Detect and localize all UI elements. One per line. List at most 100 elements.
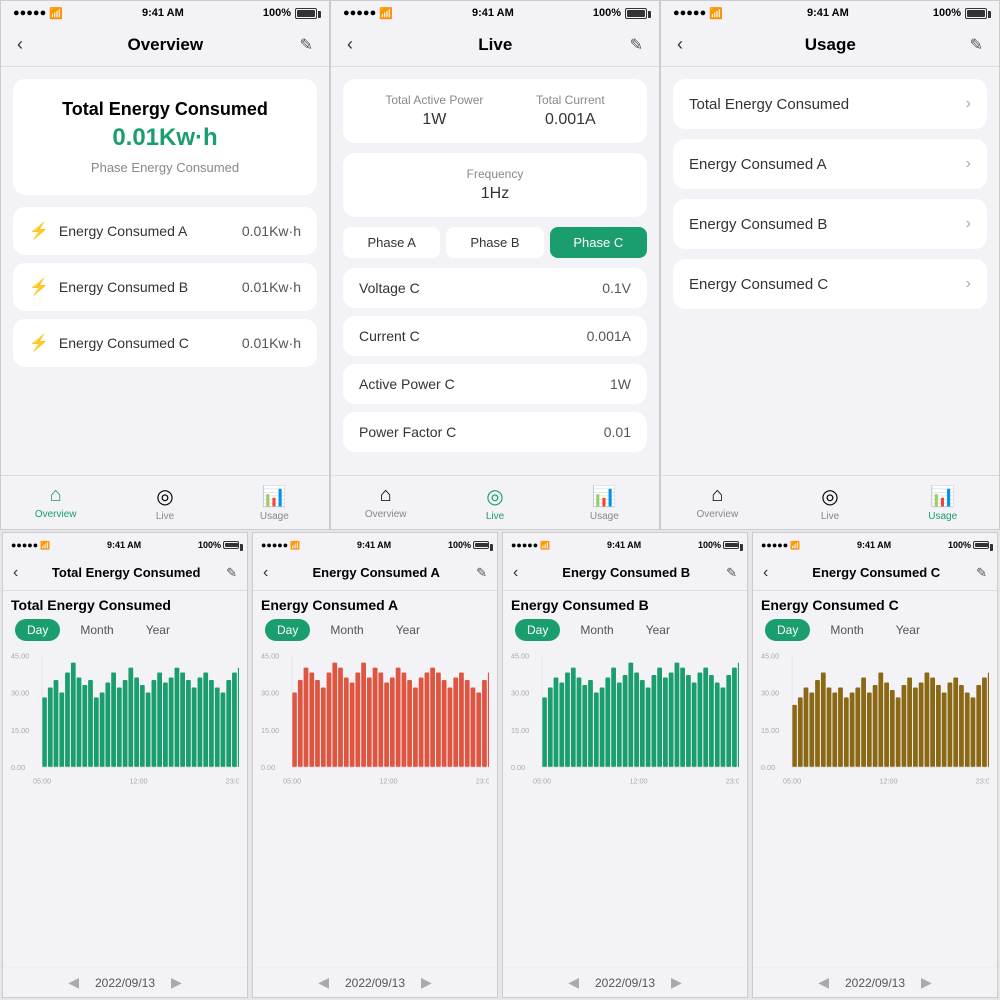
usage-edit-button[interactable]: ✎ [970, 35, 983, 55]
tab-usage[interactable]: 📊 Usage [220, 484, 329, 525]
filter-day-1[interactable]: Day [265, 619, 310, 641]
usage-tab-live-label: Live [821, 511, 839, 522]
filter-year-1[interactable]: Year [384, 619, 432, 641]
filter-year-0[interactable]: Year [134, 619, 182, 641]
live-edit-button[interactable]: ✎ [630, 35, 643, 55]
usage-tab-live[interactable]: ◎ Live [774, 484, 887, 525]
total-card-value: 0.01Kw·h [33, 124, 297, 152]
active-power-c-value: 1W [610, 376, 631, 392]
chart-area-0: 45.0030.0015.000.00 05:0012:0023:00 [3, 647, 247, 967]
chart-back-1[interactable]: ‹ [263, 564, 268, 582]
chart-battery-pct-3: 100% [948, 540, 971, 550]
live-tab-live[interactable]: ◎ Live [440, 484, 549, 525]
usage-total-item[interactable]: Total Energy Consumed › [673, 79, 987, 129]
usage-c-item[interactable]: Energy Consumed C › [673, 259, 987, 309]
chart-signal-0: ●●●●● [11, 540, 38, 550]
svg-text:45.00: 45.00 [261, 651, 279, 660]
filter-year-2[interactable]: Year [634, 619, 682, 641]
chart-date-2: 2022/09/13 [595, 976, 655, 990]
chart-prev-1[interactable]: ◀ [318, 974, 329, 991]
chart-next-2[interactable]: ▶ [671, 974, 682, 991]
chart-nav-title-2: Energy Consumed B [526, 565, 726, 580]
frequency-card: Frequency 1Hz [343, 153, 647, 217]
phase-b-tab[interactable]: Phase B [446, 227, 543, 258]
edit-button[interactable]: ✎ [300, 35, 313, 55]
phase-a-tab[interactable]: Phase A [343, 227, 440, 258]
tab-usage-label: Usage [260, 511, 289, 522]
chart-back-0[interactable]: ‹ [13, 564, 18, 582]
chart-nav-1: ‹ Energy Consumed A ✎ [253, 555, 497, 591]
phase-c-tab[interactable]: Phase C [550, 227, 647, 258]
chart-edit-3[interactable]: ✎ [976, 565, 987, 581]
filter-day-0[interactable]: Day [15, 619, 60, 641]
live-tab-usage[interactable]: 📊 Usage [550, 484, 659, 525]
live-home-icon: ⌂ [380, 484, 392, 507]
usage-time: 9:41 AM [807, 7, 849, 19]
chart-battery-2 [723, 541, 739, 549]
home-icon: ⌂ [50, 484, 62, 507]
filter-day-2[interactable]: Day [515, 619, 560, 641]
svg-text:23:00: 23:00 [976, 777, 989, 786]
status-bar: ●●●●● 📶 9:41 AM 100% [1, 1, 329, 23]
filter-day-3[interactable]: Day [765, 619, 810, 641]
svg-text:45.00: 45.00 [511, 651, 529, 660]
tab-live[interactable]: ◎ Live [110, 484, 219, 525]
chart-area-2: 45.0030.0015.000.00 05:0012:0023:00 [503, 647, 747, 967]
chart-title-3: Energy Consumed C [753, 591, 997, 615]
chart-nav-title-0: Total Energy Consumed [26, 565, 226, 580]
usage-tab-overview[interactable]: ⌂ Overview [661, 484, 774, 525]
tab-bar: ⌂ Overview ◎ Live 📊 Usage [1, 475, 329, 529]
live-top-row: Total Active Power 1W Total Current 0.00… [359, 93, 631, 129]
back-button[interactable]: ‹ [17, 34, 23, 55]
usage-a-item[interactable]: Energy Consumed A › [673, 139, 987, 189]
chart-prev-2[interactable]: ◀ [568, 974, 579, 991]
chevron-c: › [966, 275, 971, 293]
chart-wifi-2: 📶 [540, 541, 550, 550]
filter-month-3[interactable]: Month [818, 619, 875, 641]
chart-battery-pct-0: 100% [198, 540, 221, 550]
chart-next-1[interactable]: ▶ [421, 974, 432, 991]
chart-status-1: ●●●●● 📶 9:41 AM 100% [253, 533, 497, 555]
filter-month-0[interactable]: Month [68, 619, 125, 641]
filter-month-2[interactable]: Month [568, 619, 625, 641]
chart-svg-2: 45.0030.0015.000.00 05:0012:0023:00 [511, 651, 739, 786]
chart-edit-2[interactable]: ✎ [726, 565, 737, 581]
chart-prev-0[interactable]: ◀ [68, 974, 79, 991]
svg-text:0.00: 0.00 [11, 763, 25, 772]
svg-text:30.00: 30.00 [761, 689, 779, 698]
energy-row-a[interactable]: ⚡ Energy Consumed A 0.01Kw·h [13, 207, 317, 255]
filter-year-3[interactable]: Year [884, 619, 932, 641]
chart-edit-1[interactable]: ✎ [476, 565, 487, 581]
chart-back-2[interactable]: ‹ [513, 564, 518, 582]
energy-row-c[interactable]: ⚡ Energy Consumed C 0.01Kw·h [13, 319, 317, 367]
energy-row-b[interactable]: ⚡ Energy Consumed B 0.01Kw·h [13, 263, 317, 311]
voltage-label: Voltage C [359, 280, 420, 296]
usage-b-item[interactable]: Energy Consumed B › [673, 199, 987, 249]
chart-next-0[interactable]: ▶ [171, 974, 182, 991]
chart-phone-2: ●●●●● 📶 9:41 AM 100% ‹ Energy Consumed B… [502, 532, 748, 998]
usage-total-label: Total Energy Consumed [689, 96, 849, 113]
chart-date-nav-1: ◀ 2022/09/13 ▶ [253, 967, 497, 997]
power-factor-row: Power Factor C 0.01 [343, 412, 647, 452]
energy-row-left-c: ⚡ Energy Consumed C [29, 333, 189, 353]
chart-battery-1 [473, 541, 489, 549]
overview-phone: ●●●●● 📶 9:41 AM 100% ‹ Overview ✎ Total … [0, 0, 330, 530]
filter-month-1[interactable]: Month [318, 619, 375, 641]
live-tab-usage-label: Usage [590, 511, 619, 522]
live-back-button[interactable]: ‹ [347, 34, 353, 55]
bolt-icon-a: ⚡ [29, 221, 49, 241]
chart-edit-0[interactable]: ✎ [226, 565, 237, 581]
chart-back-3[interactable]: ‹ [763, 564, 768, 582]
chart-prev-3[interactable]: ◀ [818, 974, 829, 991]
svg-text:15.00: 15.00 [261, 726, 279, 735]
energy-value-c: 0.01Kw·h [242, 335, 301, 351]
chart-next-3[interactable]: ▶ [921, 974, 932, 991]
active-power-value: 1W [385, 111, 483, 129]
usage-battery-pct: 100% [933, 7, 961, 19]
usage-tab-usage[interactable]: 📊 Usage [886, 484, 999, 525]
usage-back-button[interactable]: ‹ [677, 34, 683, 55]
usage-tab-overview-label: Overview [696, 509, 738, 520]
live-tab-overview[interactable]: ⌂ Overview [331, 484, 440, 525]
usage-battery-icon [965, 8, 987, 19]
tab-overview[interactable]: ⌂ Overview [1, 484, 110, 525]
